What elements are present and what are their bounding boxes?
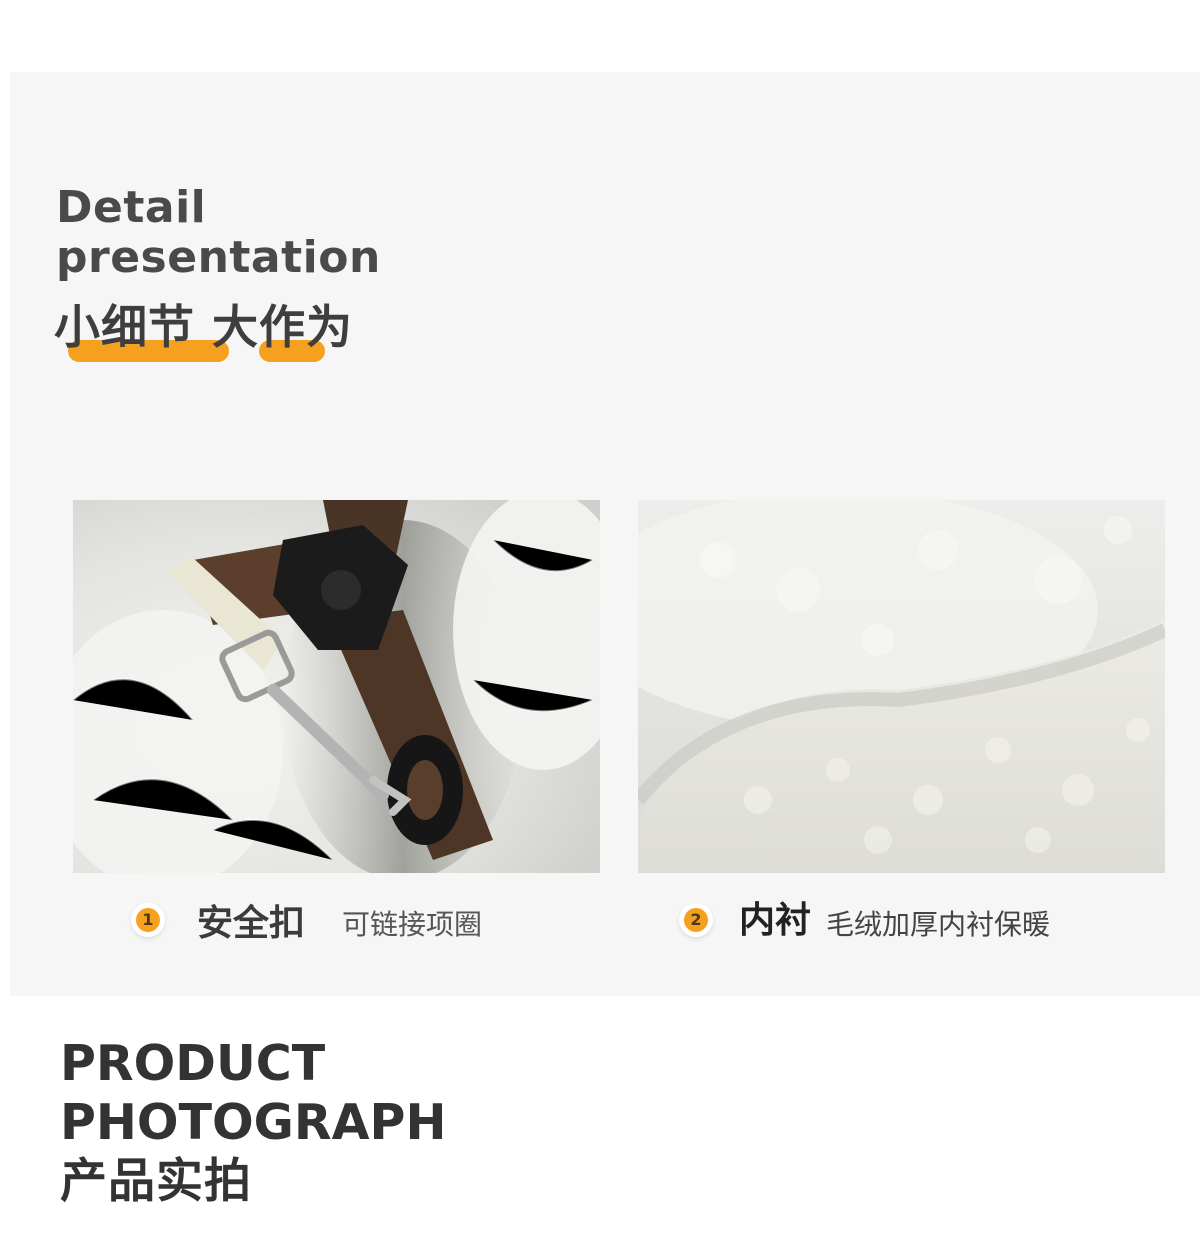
safety-buckle-photo xyxy=(73,500,600,873)
product-photo-title-line2: PHOTOGRAPH xyxy=(60,1094,447,1151)
detail-description: 毛绒加厚内衬保暖 xyxy=(826,908,1051,941)
section-title-en-line2: presentation xyxy=(56,232,381,283)
product-photo-title-line1: PRODUCT xyxy=(60,1035,326,1092)
detail-number: 1 xyxy=(136,908,160,932)
detail-description: 可链接项圈 xyxy=(342,908,483,941)
detail-title: 安全扣 xyxy=(197,903,306,944)
detail-title: 内衬 xyxy=(739,900,812,941)
product-photo-title-cn: 产品实拍 xyxy=(60,1154,252,1209)
section-title-cn: 小细节 大作为 xyxy=(54,300,354,354)
section-title-en-line1: Detail xyxy=(56,182,207,233)
plush-lining-photo xyxy=(638,500,1165,873)
detail-number-badge: 2 xyxy=(679,903,713,937)
detail-number-badge: 1 xyxy=(131,903,165,937)
detail-number: 2 xyxy=(684,908,708,932)
